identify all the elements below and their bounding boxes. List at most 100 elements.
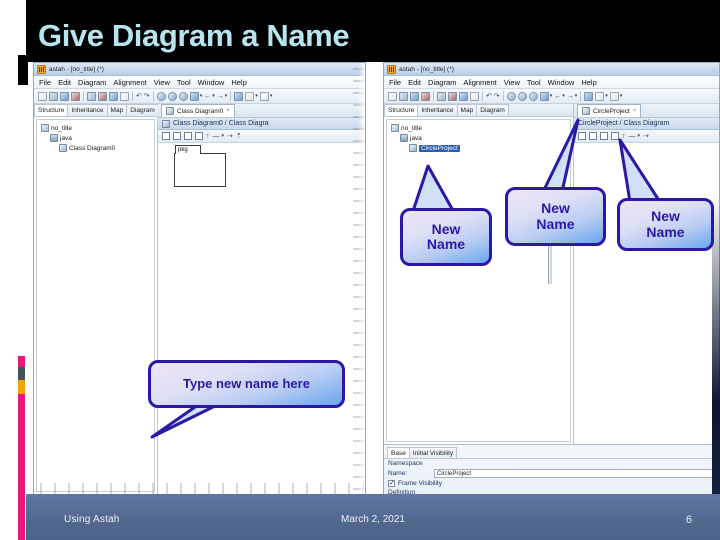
chevron-down-icon-r2[interactable]: ▾ bbox=[562, 93, 565, 99]
fit-icon-right[interactable] bbox=[539, 91, 549, 101]
layout-icon[interactable] bbox=[259, 91, 269, 101]
menu-view[interactable]: View bbox=[154, 78, 170, 87]
tree-item-circleproject[interactable]: CircleProject bbox=[389, 143, 568, 153]
package-tool-icon-right[interactable] bbox=[600, 132, 608, 140]
back-arrow-icon-right[interactable]: ← bbox=[554, 93, 561, 100]
document-icon-right[interactable] bbox=[470, 91, 479, 101]
class-tool-icon-right[interactable] bbox=[589, 132, 597, 140]
paste-icon[interactable] bbox=[98, 91, 107, 101]
undo-icon[interactable]: ↶ bbox=[136, 92, 142, 100]
tab-structure[interactable]: Structure bbox=[34, 104, 69, 116]
copy-icon-right[interactable] bbox=[437, 91, 446, 101]
copy-icon[interactable] bbox=[87, 91, 96, 101]
pointer-tool-icon[interactable] bbox=[162, 132, 170, 140]
tab-map[interactable]: Map bbox=[106, 104, 128, 116]
chevron-down-icon-r1[interactable]: ▾ bbox=[550, 93, 553, 99]
export-icon[interactable] bbox=[109, 91, 118, 101]
chevron-down-icon-r3[interactable]: ▾ bbox=[575, 93, 578, 99]
editor-tab-class-diagram0[interactable]: Class Diagram0 × bbox=[161, 104, 235, 117]
new-icon[interactable] bbox=[38, 91, 47, 101]
dependency-tool-icon-right[interactable]: ▾ bbox=[638, 133, 641, 139]
realization-tool-icon[interactable]: ⇢ bbox=[227, 132, 233, 140]
editor-tab-circleproject[interactable]: CircleProject × bbox=[577, 104, 642, 117]
tab-inheritance-right[interactable]: Inheritance bbox=[417, 104, 458, 116]
association-tool-icon-right[interactable]: — bbox=[629, 133, 636, 140]
menu-view-right[interactable]: View bbox=[504, 78, 520, 87]
grid-icon[interactable] bbox=[234, 91, 244, 101]
menu-window[interactable]: Window bbox=[198, 78, 225, 87]
chevron-down-icon-2[interactable]: ▾ bbox=[212, 93, 215, 99]
chevron-down-icon-r5[interactable]: ▾ bbox=[620, 93, 623, 99]
prop-tab-base-right[interactable]: Base bbox=[387, 447, 410, 458]
tree-item-project-right[interactable]: no_title bbox=[389, 123, 568, 133]
zoom-icon[interactable] bbox=[156, 91, 166, 101]
frame-visibility-checkbox-right[interactable] bbox=[388, 479, 395, 487]
menu-edit[interactable]: Edit bbox=[58, 78, 71, 87]
redo-icon-right[interactable]: ↷ bbox=[494, 92, 500, 100]
close-icon-right[interactable]: × bbox=[633, 108, 637, 114]
tree-item-project[interactable]: no_title bbox=[39, 123, 152, 133]
zoom-in-icon[interactable] bbox=[167, 91, 177, 101]
menu-tool[interactable]: Tool bbox=[177, 78, 191, 87]
fit-icon[interactable] bbox=[189, 91, 199, 101]
tree-item-class-diagram[interactable]: Class Diagram0 bbox=[39, 143, 152, 153]
package-tool-icon[interactable] bbox=[184, 132, 192, 140]
chevron-down-icon-4[interactable]: ▾ bbox=[255, 93, 258, 99]
menu-alignment-right[interactable]: Alignment bbox=[463, 78, 496, 87]
print-icon-right[interactable] bbox=[421, 91, 430, 101]
menu-window-right[interactable]: Window bbox=[548, 78, 575, 87]
chevron-down-icon[interactable]: ▾ bbox=[200, 93, 203, 99]
print-icon[interactable] bbox=[71, 91, 80, 101]
undo-icon-right[interactable]: ↶ bbox=[486, 92, 492, 100]
left-diagram-canvas[interactable]: pkg bbox=[158, 143, 365, 494]
forward-arrow-icon[interactable]: → bbox=[217, 93, 224, 100]
open-icon[interactable] bbox=[49, 91, 58, 101]
chevron-down-icon-5[interactable]: ▾ bbox=[270, 93, 273, 99]
right-frame-visibility-row[interactable]: Frame Visibility bbox=[384, 479, 719, 488]
tab-diagram[interactable]: Diagram bbox=[126, 104, 159, 116]
generalization-tool-icon[interactable]: ↑ bbox=[206, 133, 210, 140]
name-input-right[interactable]: CircleProject bbox=[434, 469, 715, 478]
menu-file-right[interactable]: File bbox=[389, 78, 401, 87]
dependency-tool-icon[interactable]: ▾ bbox=[222, 133, 225, 139]
menu-diagram[interactable]: Diagram bbox=[78, 78, 106, 87]
save-icon-right[interactable] bbox=[410, 91, 419, 101]
package-shape[interactable]: pkg bbox=[174, 145, 226, 187]
menu-diagram-right[interactable]: Diagram bbox=[428, 78, 456, 87]
menu-edit-right[interactable]: Edit bbox=[408, 78, 421, 87]
new-icon-right[interactable] bbox=[388, 91, 397, 101]
association-tool-icon[interactable]: — bbox=[213, 133, 220, 140]
menu-file[interactable]: File bbox=[39, 78, 51, 87]
zoom-out-icon-right[interactable] bbox=[528, 91, 538, 101]
tree-item-java-right[interactable]: java bbox=[389, 133, 568, 143]
save-icon[interactable] bbox=[60, 91, 69, 101]
chevron-down-icon-r4[interactable]: ▾ bbox=[605, 93, 608, 99]
tab-inheritance[interactable]: Inheritance bbox=[67, 104, 108, 116]
open-icon-right[interactable] bbox=[399, 91, 408, 101]
redo-icon[interactable]: ↷ bbox=[144, 92, 150, 100]
class-tool-icon[interactable] bbox=[173, 132, 181, 140]
export-icon-right[interactable] bbox=[459, 91, 468, 101]
note-tool-icon[interactable] bbox=[195, 132, 203, 140]
layout-icon-right[interactable] bbox=[609, 91, 619, 101]
close-icon[interactable]: × bbox=[226, 108, 230, 114]
forward-arrow-icon-right[interactable]: → bbox=[567, 93, 574, 100]
tree-item-java[interactable]: java bbox=[39, 133, 152, 143]
tab-map-right[interactable]: Map bbox=[456, 104, 478, 116]
menu-help-right[interactable]: Help bbox=[581, 78, 596, 87]
tab-diagram-right[interactable]: Diagram bbox=[476, 104, 509, 116]
menu-alignment[interactable]: Alignment bbox=[113, 78, 146, 87]
menu-tool-right[interactable]: Tool bbox=[527, 78, 541, 87]
note-tool-icon-right[interactable] bbox=[611, 132, 619, 140]
generalization-tool-icon-right[interactable]: ↑ bbox=[622, 133, 626, 140]
align-icon[interactable] bbox=[245, 91, 255, 101]
pointer-tool-icon-right[interactable] bbox=[578, 132, 586, 140]
zoom-icon-right[interactable] bbox=[506, 91, 516, 101]
zoom-in-icon-right[interactable] bbox=[517, 91, 527, 101]
zoom-out-icon[interactable] bbox=[178, 91, 188, 101]
grid-icon-right[interactable] bbox=[584, 91, 594, 101]
menu-help[interactable]: Help bbox=[231, 78, 246, 87]
paste-icon-right[interactable] bbox=[448, 91, 457, 101]
prop-tab-initial-visibility-right[interactable]: Initial Visibility bbox=[408, 447, 458, 458]
aggregation-tool-icon[interactable]: ⇡ bbox=[236, 132, 242, 140]
